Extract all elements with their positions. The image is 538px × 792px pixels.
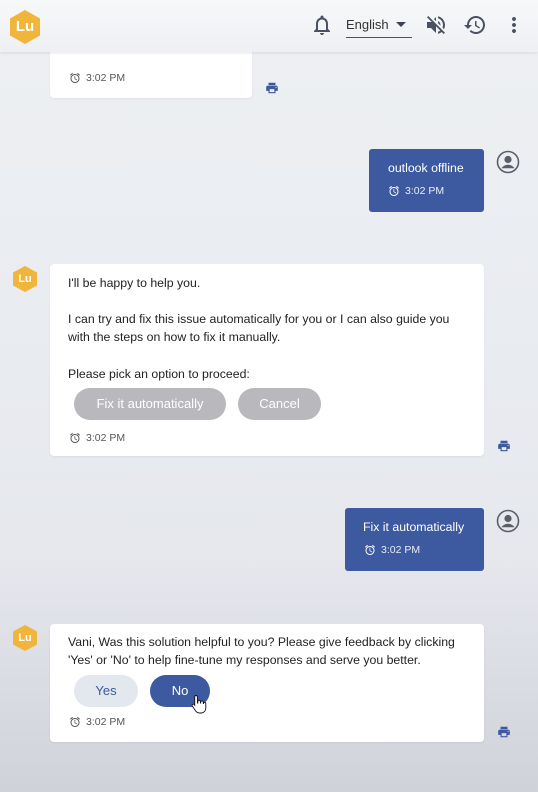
logo-text: Lu (18, 273, 32, 285)
message-time: 3:02 PM (69, 429, 125, 447)
mute-button[interactable] (424, 13, 448, 37)
user-avatar (496, 509, 520, 533)
print-icon (498, 440, 510, 452)
message-time: 3:02 PM (69, 713, 125, 731)
message-text: Fix it automatically (363, 520, 465, 534)
logo-text: Lu (18, 632, 32, 644)
message-text: Vani, Was this solution helpful to you? … (68, 635, 455, 649)
notifications-button[interactable] (310, 13, 334, 37)
language-value: English (346, 17, 389, 32)
message-time: 3:02 PM (69, 69, 125, 87)
message-time: 3:02 PM (388, 185, 444, 197)
volume-off-icon (427, 16, 445, 34)
alarm-clock-icon (389, 185, 399, 196)
time-text: 3:02 PM (86, 72, 126, 84)
message-text: I'll be happy to help you. (68, 276, 201, 290)
bot-message: Vani, Was this solution helpful to you? … (50, 624, 484, 742)
more-vert-icon (512, 17, 516, 33)
cancel-button[interactable]: Cancel (238, 388, 321, 420)
app-logo: Lu (7, 9, 43, 45)
time-text: 3:02 PM (381, 544, 421, 556)
time-text: 3:02 PM (86, 432, 126, 444)
print-button[interactable] (497, 725, 511, 739)
alarm-clock-icon (365, 544, 375, 555)
fix-automatically-button[interactable]: Fix it automatically (74, 388, 226, 420)
yes-button[interactable]: Yes (74, 675, 138, 707)
alarm-clock-icon (70, 72, 80, 83)
bell-icon (314, 15, 330, 35)
top-bar: Lu English (0, 0, 538, 52)
language-select[interactable]: English (346, 12, 412, 38)
print-icon (498, 726, 510, 738)
history-button[interactable] (463, 13, 487, 37)
message-text: outlook offline (388, 161, 464, 175)
more-options-button[interactable] (502, 13, 526, 37)
message-text: 'Yes' or 'No' to help fine-tune my respo… (68, 653, 421, 667)
history-icon (464, 16, 485, 34)
bot-message: I'll be happy to help you. I can try and… (50, 264, 484, 456)
print-button[interactable] (497, 439, 511, 453)
user-avatar (496, 150, 520, 174)
print-button[interactable] (265, 81, 279, 95)
user-avatar-icon (496, 509, 520, 533)
message-text: with the steps on how to fix it manually… (68, 330, 281, 344)
bot-avatar: Lu (11, 265, 39, 293)
message-time: 3:02 PM (364, 544, 420, 556)
message-text: I can try and fix this issue automatical… (68, 312, 450, 326)
logo-text: Lu (15, 18, 35, 35)
cursor-hand-icon (191, 694, 207, 714)
bot-avatar: Lu (11, 624, 39, 652)
user-message: outlook offline 3:02 PM (369, 149, 484, 212)
message-text: Please pick an option to proceed: (68, 367, 250, 381)
alarm-clock-icon (70, 432, 80, 443)
alarm-clock-icon (70, 716, 80, 727)
time-text: 3:02 PM (86, 716, 126, 728)
user-message: Fix it automatically 3:02 PM (345, 508, 484, 571)
user-avatar-icon (496, 150, 520, 174)
chevron-down-icon (396, 22, 406, 27)
time-text: 3:02 PM (405, 185, 445, 197)
print-icon (266, 82, 278, 94)
